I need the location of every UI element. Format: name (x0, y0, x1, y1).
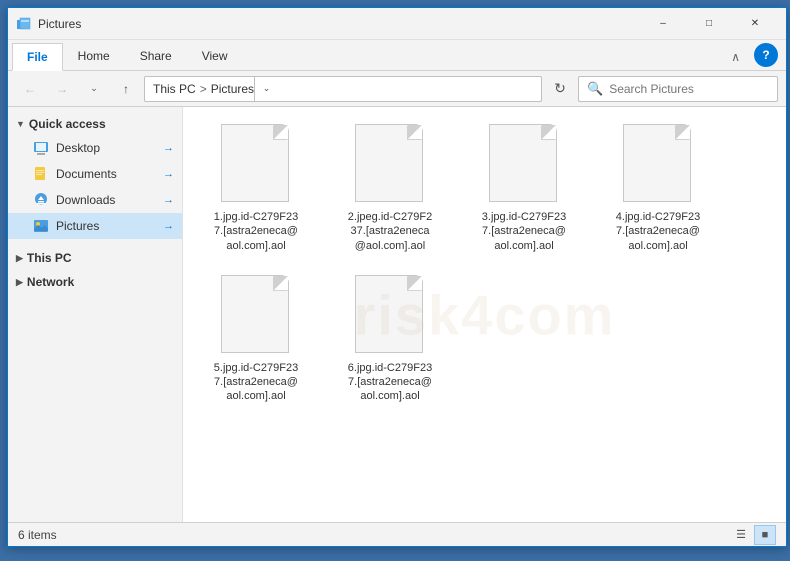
maximize-button[interactable]: □ (686, 8, 732, 40)
explorer-window: Pictures – □ ✕ File Home Share View ∧ ? … (7, 7, 787, 547)
quick-access-header[interactable]: ▼ Quick access (8, 111, 182, 135)
window-icon (16, 16, 32, 32)
desktop-label: Desktop (56, 141, 100, 155)
file-item-f4[interactable]: 4.jpg.id-C279F23 7.[astra2eneca@ aol.com… (593, 115, 723, 262)
path-part-thispc: This PC (153, 82, 196, 96)
help-button[interactable]: ? (754, 43, 778, 67)
ribbon: File Home Share View ∧ ? (8, 40, 786, 71)
search-box[interactable]: 🔍 (578, 76, 778, 102)
up-dropdown-button[interactable]: ⌄ (80, 75, 108, 103)
file-name-f6: 6.jpg.id-C279F23 7.[astra2eneca@ aol.com… (348, 361, 432, 404)
file-name-f3: 3.jpg.id-C279F23 7.[astra2eneca@ aol.com… (482, 210, 566, 253)
path-part-pictures: Pictures (211, 82, 254, 96)
desktop-pin: → (163, 142, 174, 154)
path-separator: > (200, 82, 207, 96)
file-item-f6[interactable]: 6.jpg.id-C279F23 7.[astra2eneca@ aol.com… (325, 266, 455, 413)
item-count: 6 items (18, 528, 57, 542)
sidebar-item-downloads[interactable]: Downloads → (8, 187, 182, 213)
downloads-pin: → (163, 194, 174, 206)
documents-label: Documents (56, 167, 117, 181)
tab-file[interactable]: File (12, 43, 63, 71)
documents-icon (32, 165, 50, 183)
file-name-f4: 4.jpg.id-C279F23 7.[astra2eneca@ aol.com… (616, 210, 700, 253)
minimize-button[interactable]: – (640, 8, 686, 40)
file-item-f3[interactable]: 3.jpg.id-C279F23 7.[astra2eneca@ aol.com… (459, 115, 589, 262)
file-item-f2[interactable]: 2.jpeg.id-C279F2 37.[astra2eneca @aol.co… (325, 115, 455, 262)
file-item-f1[interactable]: 1.jpg.id-C279F23 7.[astra2eneca@ aol.com… (191, 115, 321, 262)
tab-view[interactable]: View (187, 42, 243, 70)
up-button[interactable]: ↑ (112, 75, 140, 103)
quick-access-label: Quick access (29, 117, 106, 131)
address-bar: ← → ⌄ ↑ This PC > Pictures ⌄ ↻ 🔍 (8, 71, 786, 107)
path-dropdown-button[interactable]: ⌄ (254, 76, 278, 102)
pictures-pin: → (163, 220, 174, 232)
desktop-icon (32, 139, 50, 157)
sidebar-item-documents[interactable]: Documents → (8, 161, 182, 187)
pictures-label: Pictures (56, 219, 99, 233)
file-name-f1: 1.jpg.id-C279F23 7.[astra2eneca@ aol.com… (214, 210, 298, 253)
this-pc-label: This PC (27, 251, 72, 265)
ribbon-collapse-button[interactable]: ∧ (721, 44, 750, 70)
refresh-button[interactable]: ↻ (546, 75, 574, 103)
status-bar: 6 items ☰ ■ (8, 522, 786, 546)
sidebar: ▼ Quick access Desktop → Documents → (8, 107, 183, 522)
window-controls: – □ ✕ (640, 8, 778, 40)
documents-pin: → (163, 168, 174, 180)
list-view-button[interactable]: ☰ (730, 525, 752, 545)
pictures-icon (32, 217, 50, 235)
file-icon-f5 (221, 275, 291, 355)
forward-button[interactable]: → (48, 75, 76, 103)
file-area: risk4com 1.jpg.id-C279F23 7.[astra2eneca… (183, 107, 786, 522)
file-icon-f4 (623, 124, 693, 204)
quick-access-chevron: ▼ (16, 119, 25, 129)
downloads-label: Downloads (56, 193, 115, 207)
search-input[interactable] (609, 82, 769, 96)
sidebar-item-desktop[interactable]: Desktop → (8, 135, 182, 161)
this-pc-chevron: ▶ (16, 253, 23, 264)
search-icon: 🔍 (587, 81, 603, 97)
file-icon-f1 (221, 124, 291, 204)
address-path[interactable]: This PC > Pictures ⌄ (144, 76, 542, 102)
back-button[interactable]: ← (16, 75, 44, 103)
tab-share[interactable]: Share (125, 42, 187, 70)
network-chevron: ▶ (16, 277, 23, 288)
network-header[interactable]: ▶ Network (8, 269, 182, 293)
downloads-icon (32, 191, 50, 209)
close-button[interactable]: ✕ (732, 8, 778, 40)
ribbon-tabs: File Home Share View ∧ ? (8, 40, 786, 70)
network-label: Network (27, 275, 74, 289)
file-icon-f2 (355, 124, 425, 204)
file-item-f5[interactable]: 5.jpg.id-C279F23 7.[astra2eneca@ aol.com… (191, 266, 321, 413)
tab-home[interactable]: Home (63, 42, 125, 70)
large-icon-view-button[interactable]: ■ (754, 525, 776, 545)
window-title: Pictures (38, 17, 640, 31)
file-grid: 1.jpg.id-C279F23 7.[astra2eneca@ aol.com… (191, 115, 778, 413)
file-name-f2: 2.jpeg.id-C279F2 37.[astra2eneca @aol.co… (348, 210, 432, 253)
title-bar: Pictures – □ ✕ (8, 8, 786, 40)
file-icon-f3 (489, 124, 559, 204)
this-pc-header[interactable]: ▶ This PC (8, 245, 182, 269)
file-name-f5: 5.jpg.id-C279F23 7.[astra2eneca@ aol.com… (214, 361, 298, 404)
file-icon-f6 (355, 275, 425, 355)
view-controls: ☰ ■ (730, 525, 776, 545)
sidebar-item-pictures[interactable]: Pictures → (8, 213, 182, 239)
content-area: ▼ Quick access Desktop → Documents → (8, 107, 786, 522)
